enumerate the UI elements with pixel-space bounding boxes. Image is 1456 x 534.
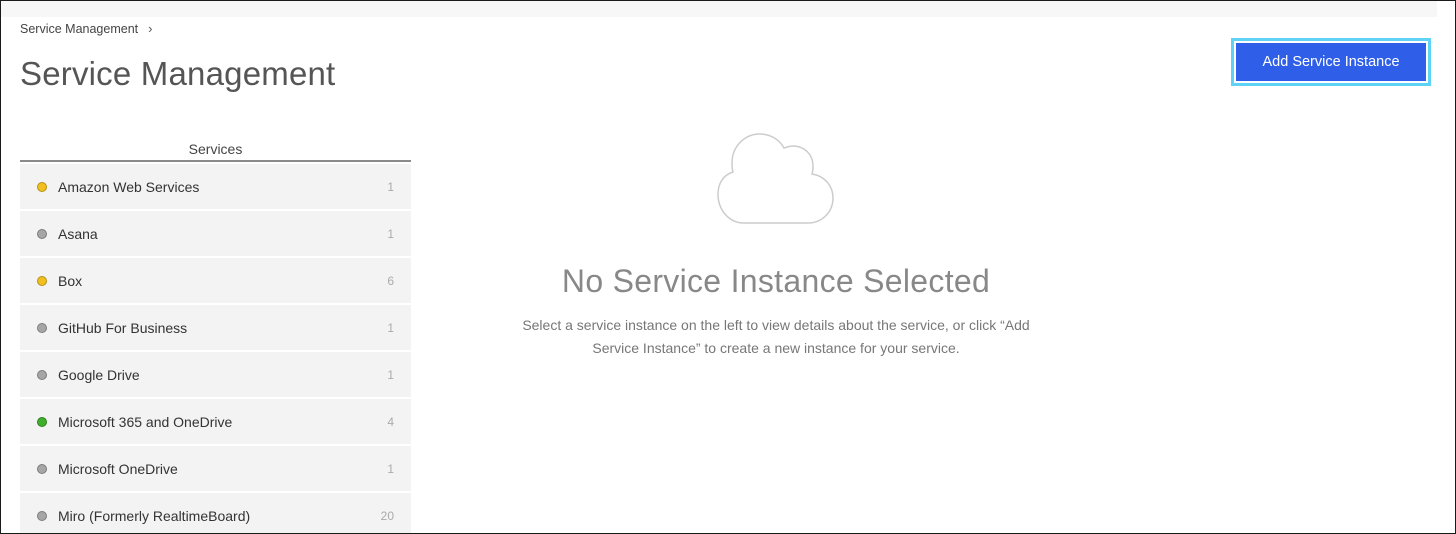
empty-state-description: Select a service instance on the left to… — [522, 317, 1030, 356]
service-instance-count: 1 — [387, 226, 394, 241]
status-dot-icon — [37, 510, 47, 521]
empty-state-title: No Service Instance Selected — [561, 263, 991, 299]
service-item[interactable]: GitHub For Business 1 — [20, 305, 411, 350]
breadcrumb: Service Management › — [20, 21, 152, 36]
service-instance-count: 1 — [387, 179, 394, 194]
app-frame: Service Management › Service Management … — [0, 0, 1456, 534]
status-dot-icon — [37, 463, 47, 474]
service-name: Amazon Web Services — [58, 178, 200, 195]
add-service-instance-button[interactable]: Add Service Instance — [1236, 43, 1426, 81]
status-dot-icon — [37, 322, 47, 333]
status-dot-icon — [37, 228, 47, 239]
service-name: Microsoft 365 and OneDrive — [58, 413, 233, 430]
breadcrumb-chevron-icon: › — [148, 21, 153, 36]
services-panel: Services Amazon Web Services 1 Asana 1 B… — [20, 139, 411, 533]
service-name: Asana — [58, 225, 98, 242]
service-item[interactable]: Google Drive 1 — [20, 352, 411, 397]
top-strip — [1, 1, 1437, 17]
status-dot-icon — [37, 181, 47, 192]
empty-state: No Service Instance Selected Select a se… — [471, 131, 1081, 360]
service-name: Miro (Formerly RealtimeBoard) — [58, 507, 251, 524]
status-dot-icon — [37, 369, 47, 380]
service-list: Amazon Web Services 1 Asana 1 Box 6 GitH… — [20, 164, 411, 533]
service-instance-count: 1 — [387, 367, 394, 382]
service-item[interactable]: Amazon Web Services 1 — [20, 164, 411, 209]
services-header: Services — [20, 139, 411, 162]
service-item[interactable]: Microsoft 365 and OneDrive 4 — [20, 399, 411, 444]
service-name: Microsoft OneDrive — [58, 460, 178, 477]
service-item[interactable]: Microsoft OneDrive 1 — [20, 446, 411, 491]
service-instance-count: 1 — [387, 320, 394, 335]
status-dot-icon — [37, 416, 47, 427]
service-item[interactable]: Miro (Formerly RealtimeBoard) 20 — [20, 493, 411, 533]
page-title: Service Management — [20, 55, 336, 92]
add-service-instance-focus-ring: Add Service Instance — [1231, 38, 1431, 86]
service-item[interactable]: Box 6 — [20, 258, 411, 303]
service-instance-count: 1 — [387, 461, 394, 476]
service-name: Box — [58, 272, 83, 289]
service-name: Google Drive — [58, 366, 140, 383]
breadcrumb-item-service-management[interactable]: Service Management — [20, 22, 138, 36]
status-dot-icon — [37, 275, 47, 286]
cloud-icon — [717, 133, 834, 224]
service-item[interactable]: Asana 1 — [20, 211, 411, 256]
service-instance-count: 4 — [387, 414, 394, 429]
service-name: GitHub For Business — [58, 319, 188, 336]
service-instance-count: 6 — [387, 273, 394, 288]
service-instance-count: 20 — [380, 508, 394, 523]
